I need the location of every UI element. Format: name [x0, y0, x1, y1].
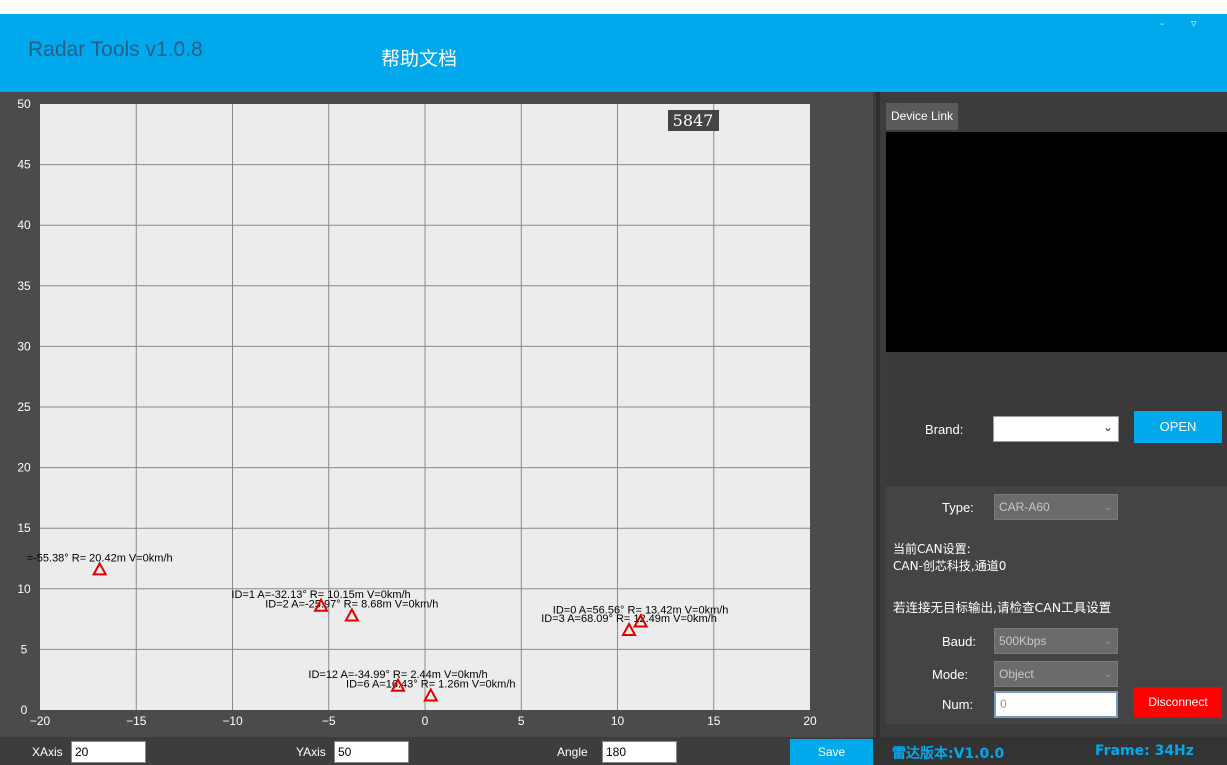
can-settings-title: 当前CAN设置: — [893, 542, 971, 556]
num-label: Num: — [942, 697, 974, 712]
x-tick-label: 0 — [422, 714, 429, 728]
help-doc-link[interactable]: 帮助文档 — [381, 44, 457, 71]
baud-label: Baud: — [942, 634, 976, 649]
chevron-down-icon: ⌄ — [1103, 502, 1112, 513]
x-tick-label: −20 — [30, 714, 51, 728]
yaxis-input[interactable]: 50 — [334, 741, 409, 763]
panel-splitter[interactable] — [876, 92, 880, 737]
y-tick-label: 5 — [21, 642, 28, 656]
y-tick-label: 35 — [17, 279, 31, 293]
disconnect-button[interactable]: Disconnect — [1134, 687, 1222, 718]
x-tick-label: 15 — [707, 714, 721, 728]
save-button[interactable]: Save — [790, 739, 873, 765]
num-input[interactable]: 0 — [994, 691, 1118, 718]
title-bar: Radar Tools v1.0.8 帮助文档 - ▿ — [0, 0, 1227, 92]
open-button[interactable]: OPEN — [1134, 411, 1222, 443]
y-tick-label: 10 — [17, 582, 31, 596]
y-tick-label: 50 — [17, 97, 31, 111]
connection-hint: 若连接无目标输出,请检查CAN工具设置 — [893, 600, 1112, 615]
minimize-button[interactable]: - — [1160, 17, 1164, 30]
baud-value: 500Kbps — [999, 634, 1047, 648]
type-label: Type: — [942, 500, 974, 515]
y-tick-label: 25 — [17, 400, 31, 414]
x-tick-label: −15 — [126, 714, 147, 728]
x-tick-label: −5 — [322, 714, 336, 728]
y-tick-label: 45 — [17, 158, 31, 172]
x-tick-label: 5 — [518, 714, 525, 728]
type-value: CAR-A60 — [999, 500, 1050, 514]
chevron-down-icon: ⌄ — [1103, 636, 1112, 647]
brand-label: Brand: — [925, 422, 964, 437]
x-tick-label: −10 — [222, 714, 243, 728]
x-tick-label: 20 — [803, 714, 817, 728]
angle-label: Angle — [557, 745, 588, 759]
brand-select[interactable]: ⌄ — [993, 416, 1119, 442]
frame-rate: Frame: 34Hz — [1095, 743, 1194, 759]
y-tick-label: 20 — [17, 461, 31, 475]
y-tick-label: 0 — [21, 703, 28, 717]
radar-version: 雷达版本:V1.0.0 — [892, 746, 1005, 762]
y-tick-label: 15 — [17, 521, 31, 535]
chevron-down-icon: ⌄ — [1102, 420, 1113, 434]
app-title: Radar Tools v1.0.8 — [28, 38, 203, 61]
xaxis-label: XAxis — [32, 745, 63, 759]
angle-input[interactable]: 180 — [602, 741, 677, 763]
device-display — [886, 132, 1227, 352]
baud-select[interactable]: 500Kbps ⌄ — [994, 628, 1118, 654]
xaxis-input[interactable]: 20 — [71, 741, 146, 763]
frame-counter: 5847 — [673, 111, 714, 130]
mode-value: Object — [999, 667, 1034, 681]
yaxis-label: YAxis — [296, 745, 326, 759]
chevron-down-icon: ⌄ — [1103, 669, 1112, 680]
tab-device-link[interactable]: Device Link — [886, 103, 958, 130]
mode-label: Mode: — [932, 667, 969, 682]
dropdown-button[interactable]: ▿ — [1191, 17, 1197, 30]
x-tick-label: 10 — [611, 714, 625, 728]
y-tick-label: 40 — [17, 218, 31, 232]
y-tick-label: 30 — [17, 339, 31, 353]
mode-select[interactable]: Object ⌄ — [994, 661, 1118, 687]
type-select[interactable]: CAR-A60 ⌄ — [994, 494, 1118, 520]
radar-scatter-plot: −20 −15 −10 −5 0 5 10 15 2005101520253035404550 … — [17, 97, 817, 728]
radar-chart-area: −20 −15 −10 −5 0 5 10 15 20 0 5 10 15 20 25 30 35 40 45 50 … — [0, 92, 873, 737]
can-settings-value: CAN-创芯科技,通道0 — [893, 559, 1007, 573]
